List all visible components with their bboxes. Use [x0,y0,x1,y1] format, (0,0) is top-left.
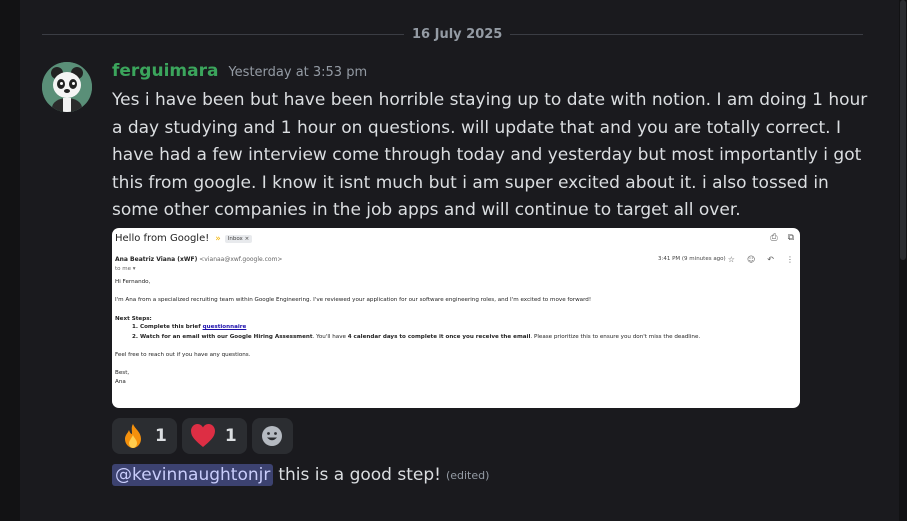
reactions-bar: 1 1 [112,418,293,454]
user-mention[interactable]: @kevinnaughtonjr [112,464,274,486]
reaction-count: 1 [155,426,167,446]
left-gutter [0,0,20,521]
date-divider: 16 July 2025 [404,26,511,44]
email-greeting: Hi Fernando, [115,279,151,285]
reply-message: @kevinnaughtonjr this is a good step! (e… [112,464,489,486]
scrollbar-thumb[interactable] [900,0,906,260]
email-next-steps: Next Steps: [115,316,152,322]
avatar[interactable] [42,62,92,112]
email-sender: Ana Beatriz Viana (xWF) <vianaa@xwf.goog… [115,256,282,263]
email-signoff: Best, [115,370,130,376]
message-timestamp[interactable]: Yesterday at 3:53 pm [228,65,367,80]
emoji-icon: ☺ [746,255,756,264]
fire-icon [120,423,146,449]
message-header: ferguimara Yesterday at 3:53 pm [112,61,367,85]
questionnaire-link: questionnaire [202,324,247,330]
reply-icon: ↶ [767,255,774,264]
inbox-label: Inbox × [224,234,253,243]
email-intro: I'm Ana from a specialized recruiting te… [115,297,592,303]
message-text: Yes i have been but have been horrible s… [112,90,868,220]
smiley-icon [262,426,283,446]
email-subject: Hello from Google! [115,233,210,244]
star-icon: ☆ [727,255,735,264]
email-step-2: 2. Watch for an email with our Google Hi… [132,334,700,340]
email-screenshot-attachment[interactable]: Hello from Google! » Inbox × ⎙ ⧉ Ana Bea… [112,228,800,408]
reaction-fire[interactable]: 1 [112,418,177,454]
red-heart-icon [190,423,216,449]
reaction-heart[interactable]: 1 [181,418,247,454]
edited-tag: (edited) [445,468,490,482]
email-step-1: 1. Complete this brief questionnaire [132,324,246,330]
email-recipient: to me ▾ [115,266,136,272]
reply-text: this is a good step! [278,465,441,485]
more-icon: ⋮ [786,255,794,264]
open-new-window-icon: ⧉ [787,233,794,243]
reaction-count: 1 [224,426,237,446]
panda-avatar-icon [42,62,92,112]
email-subject-row: Hello from Google! » Inbox × [115,233,253,244]
step-2-bold: 2. Watch for an email with our Google Hi… [132,334,313,340]
email-time: 3:41 PM (9 minutes ago) [658,256,726,262]
step-2-end: . Please prioritize this to ensure you d… [530,334,701,340]
email-top-actions: ⎙ ⧉ [770,233,794,243]
print-icon: ⎙ [770,233,778,243]
email-closing: Feel free to reach out if you have any q… [115,352,251,358]
step-2-bold2: 4 calendar days to complete it once you … [347,334,531,340]
add-reaction-button[interactable] [251,418,293,454]
username[interactable]: ferguimara [112,61,218,81]
email-message-actions: ☆ ☺ ↶ ⋮ [728,255,794,264]
importance-marker-icon: » [215,233,221,244]
email-signature: Ana [115,379,126,385]
sender-name: Ana Beatriz Viana (xWF) [115,256,198,263]
step-1-text: 1. Complete this brief [132,324,203,330]
sender-email: <vianaa@xwf.google.com> [199,256,283,263]
step-2-mid: . You'll have [312,334,348,340]
